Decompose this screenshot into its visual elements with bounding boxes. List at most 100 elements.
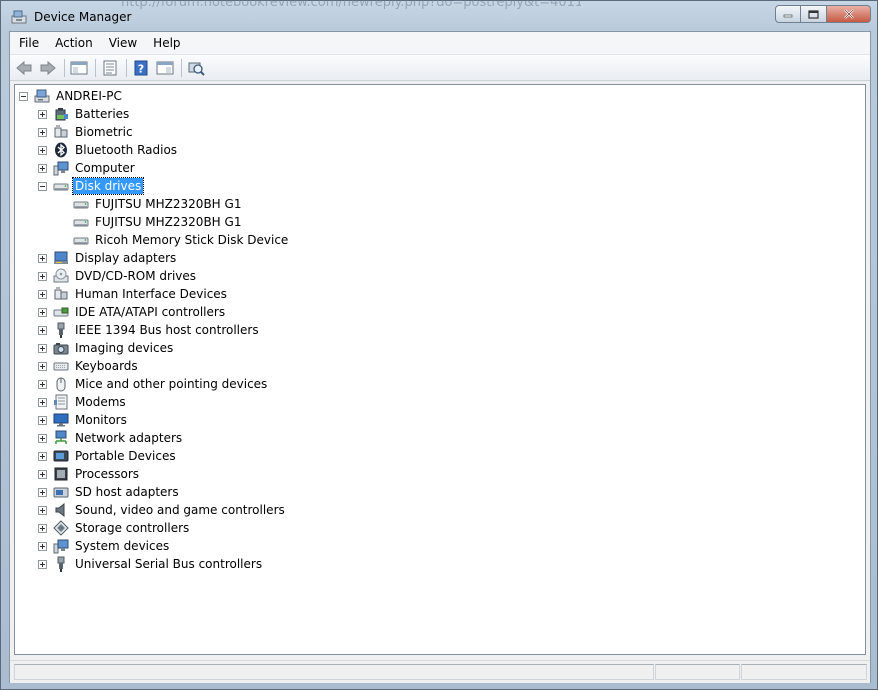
tree-category-modems[interactable]: Modems xyxy=(38,393,128,411)
expand-toggle[interactable] xyxy=(38,415,47,425)
tree-device-disk-1[interactable]: FUJITSU MHZ2320BH G1 xyxy=(73,195,243,213)
tree-category-keyboards[interactable]: Keyboards xyxy=(38,357,140,375)
tree-category-biometric[interactable]: Biometric xyxy=(38,123,135,141)
toolbar: ? xyxy=(10,55,870,81)
scan-hardware-changes-button[interactable] xyxy=(185,57,207,79)
properties-button[interactable] xyxy=(99,57,121,79)
expand-toggle[interactable] xyxy=(38,541,47,551)
tree-category-display-adapters[interactable]: Display adapters xyxy=(38,249,178,267)
tree-category-mice[interactable]: Mice and other pointing devices xyxy=(38,375,269,393)
menu-action[interactable]: Action xyxy=(48,32,100,54)
toolbar-separator xyxy=(126,58,127,77)
collapse-toggle[interactable] xyxy=(19,91,28,101)
expand-toggle[interactable] xyxy=(38,127,47,137)
expand-toggle[interactable] xyxy=(38,397,47,407)
tree-category-sd-host-adapters[interactable]: SD host adapters xyxy=(38,483,181,501)
speaker-icon xyxy=(55,502,65,518)
processor-icon xyxy=(54,467,68,481)
tree-category-usb-controllers[interactable]: Universal Serial Bus controllers xyxy=(38,555,264,573)
tree-category-system-devices[interactable]: System devices xyxy=(38,537,171,555)
tree-category-disk-drives[interactable]: Disk drives xyxy=(38,177,145,195)
menu-file[interactable]: File xyxy=(12,32,46,54)
expand-toggle[interactable] xyxy=(38,271,47,281)
tree-category-bluetooth-radios[interactable]: Bluetooth Radios xyxy=(38,141,179,159)
maximize-button[interactable] xyxy=(801,5,827,23)
tree-category-label: IDE ATA/ATAPI controllers xyxy=(75,305,226,319)
status-cell-2 xyxy=(655,664,740,680)
display-adapter-icon xyxy=(54,251,68,264)
expand-toggle[interactable] xyxy=(38,109,47,119)
close-icon xyxy=(843,9,854,19)
toolbar-separator xyxy=(181,58,182,77)
minimize-icon xyxy=(783,14,793,18)
tree-device-disk-3[interactable]: Ricoh Memory Stick Disk Device xyxy=(73,231,290,249)
help-icon: ? xyxy=(134,60,148,75)
tree-category-monitors[interactable]: Monitors xyxy=(38,411,129,429)
title-bar[interactable]: Device Manager xyxy=(1,1,877,32)
tree-category-network-adapters[interactable]: Network adapters xyxy=(38,429,184,447)
back-button[interactable] xyxy=(13,57,35,79)
tree-root[interactable]: ANDREI-PC xyxy=(19,87,124,105)
close-button[interactable] xyxy=(827,5,871,23)
tree-category-label: Keyboards xyxy=(75,359,138,373)
expand-toggle[interactable] xyxy=(38,559,47,569)
tree-category-human-interface-devices[interactable]: Human Interface Devices xyxy=(38,285,229,303)
tree-category-portable-devices[interactable]: Portable Devices xyxy=(38,447,178,465)
tree-category-batteries[interactable]: Batteries xyxy=(38,105,131,123)
usb-icon xyxy=(57,556,65,572)
expand-toggle[interactable] xyxy=(38,325,47,335)
menu-help[interactable]: Help xyxy=(146,32,187,54)
computer-root-icon xyxy=(34,89,50,103)
tree-category-computer[interactable]: Computer xyxy=(38,159,137,177)
expand-toggle[interactable] xyxy=(38,253,47,263)
device-manager-app-icon xyxy=(11,10,27,24)
tree-category-label: Processors xyxy=(75,467,140,481)
tree-category-ide-ata-atapi-controllers[interactable]: IDE ATA/ATAPI controllers xyxy=(38,303,227,321)
expand-toggle[interactable] xyxy=(38,433,47,443)
tree-device-disk-2[interactable]: FUJITSU MHZ2320BH G1 xyxy=(73,213,243,231)
expand-toggle[interactable] xyxy=(38,523,47,533)
tree-category-dvd-cd-rom-drives[interactable]: DVD/CD-ROM drives xyxy=(38,267,198,285)
disk-drive-icon xyxy=(73,237,89,245)
monitor-icon xyxy=(53,413,69,427)
expand-toggle[interactable] xyxy=(38,379,47,389)
expand-toggle[interactable] xyxy=(38,307,47,317)
expand-toggle[interactable] xyxy=(38,145,47,155)
expand-toggle[interactable] xyxy=(38,451,47,461)
bluetooth-icon xyxy=(55,142,67,158)
tree-root-label: ANDREI-PC xyxy=(56,89,122,103)
help-button[interactable]: ? xyxy=(130,57,152,79)
device-tree[interactable]: ANDREI-PC Batteries Biometric Bluetooth … xyxy=(14,84,866,655)
expand-toggle[interactable] xyxy=(38,487,47,497)
disk-drive-icon xyxy=(53,183,69,191)
tree-category-label: Sound, video and game controllers xyxy=(75,503,285,517)
tree-category-ieee-1394[interactable]: IEEE 1394 Bus host controllers xyxy=(38,321,261,339)
expand-toggle[interactable] xyxy=(38,361,47,371)
svg-text:?: ? xyxy=(138,62,144,75)
tree-category-label: Display adapters xyxy=(75,251,177,265)
tree-category-sound-video-game[interactable]: Sound, video and game controllers xyxy=(38,501,287,519)
tree-category-label: Network adapters xyxy=(75,431,183,445)
tree-device-label: FUJITSU MHZ2320BH G1 xyxy=(95,197,242,211)
tree-category-label: DVD/CD-ROM drives xyxy=(75,269,197,283)
menu-view[interactable]: View xyxy=(102,32,144,54)
tree-category-storage-controllers[interactable]: Storage controllers xyxy=(38,519,191,537)
tree-category-imaging-devices[interactable]: Imaging devices xyxy=(38,339,175,357)
forward-button[interactable] xyxy=(37,57,59,79)
maximize-icon xyxy=(808,9,819,19)
scan-hardware-changes-icon xyxy=(188,62,205,76)
expand-toggle[interactable] xyxy=(38,505,47,515)
expand-toggle[interactable] xyxy=(38,469,47,479)
tree-category-processors[interactable]: Processors xyxy=(38,465,141,483)
show-hide-console-tree-button[interactable] xyxy=(68,57,90,79)
minimize-button[interactable] xyxy=(775,5,801,23)
collapse-toggle[interactable] xyxy=(38,181,47,191)
expand-toggle[interactable] xyxy=(38,163,47,173)
expand-toggle[interactable] xyxy=(38,289,47,299)
back-icon xyxy=(16,60,32,75)
tree-device-label: Ricoh Memory Stick Disk Device xyxy=(95,233,289,247)
expand-toggle[interactable] xyxy=(38,343,47,353)
tree-category-label: SD host adapters xyxy=(75,485,179,499)
tree-category-label: Bluetooth Radios xyxy=(75,143,178,157)
show-action-pane-button[interactable] xyxy=(154,57,176,79)
